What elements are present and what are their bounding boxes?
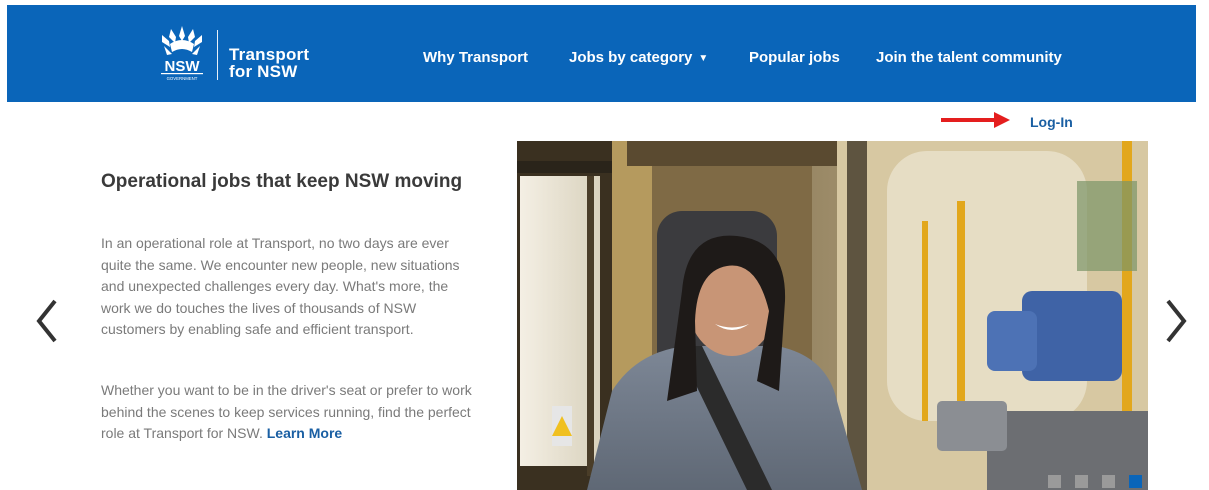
hero-content: Operational jobs that keep NSW moving <box>101 171 471 193</box>
logo-badge-text: NSW <box>165 58 201 75</box>
nav-why-transport-label: Why Transport <box>423 49 529 66</box>
carousel-dot-4[interactable] <box>1129 475 1142 488</box>
hero-paragraph-2: Whether you want to be in the driver's s… <box>101 380 473 445</box>
carousel-indicators <box>1048 475 1142 488</box>
waratah-logo-icon: NSW GOVERNMENT <box>161 26 203 81</box>
nav-join-talent-community[interactable]: Join the talent community <box>876 49 1062 66</box>
brand-line-2: for NSW <box>229 62 298 81</box>
hero-paragraph-1: In an operational role at Transport, no … <box>101 235 460 337</box>
login-link[interactable]: Log-In <box>1030 114 1073 130</box>
nav-why-transport[interactable]: Why Transport <box>423 49 528 66</box>
nav-jobs-by-category-label: Jobs by category <box>569 49 693 66</box>
hero-headline: Operational jobs that keep NSW moving <box>101 171 463 192</box>
logo-badge-subtext: GOVERNMENT <box>167 76 198 81</box>
nav-jobs-by-category[interactable]: Jobs by category ▼ <box>569 49 708 66</box>
brand-name: Transport for NSW <box>229 46 309 80</box>
carousel-dot-2[interactable] <box>1075 475 1088 488</box>
nav-popular-jobs[interactable]: Popular jobs <box>749 49 840 66</box>
logo-divider <box>217 30 218 80</box>
brand-line-1: Transport <box>229 45 310 64</box>
carousel-dot-3[interactable] <box>1102 475 1115 488</box>
carousel-next-button[interactable] <box>1160 296 1190 346</box>
chevron-down-icon: ▼ <box>698 53 709 64</box>
carousel-dot-1[interactable] <box>1048 475 1061 488</box>
hero-image <box>517 141 1148 490</box>
nav-popular-jobs-label: Popular jobs <box>749 49 840 66</box>
nav-join-talent-community-label: Join the talent community <box>876 49 1062 66</box>
carousel-prev-button[interactable] <box>33 296 63 346</box>
red-arrow-icon <box>941 112 1010 128</box>
bus-driver-photo-icon <box>517 141 1148 490</box>
learn-more-link[interactable]: Learn More <box>267 425 342 441</box>
site-header: NSW GOVERNMENT Transport for NSW Why Tra… <box>7 5 1196 102</box>
